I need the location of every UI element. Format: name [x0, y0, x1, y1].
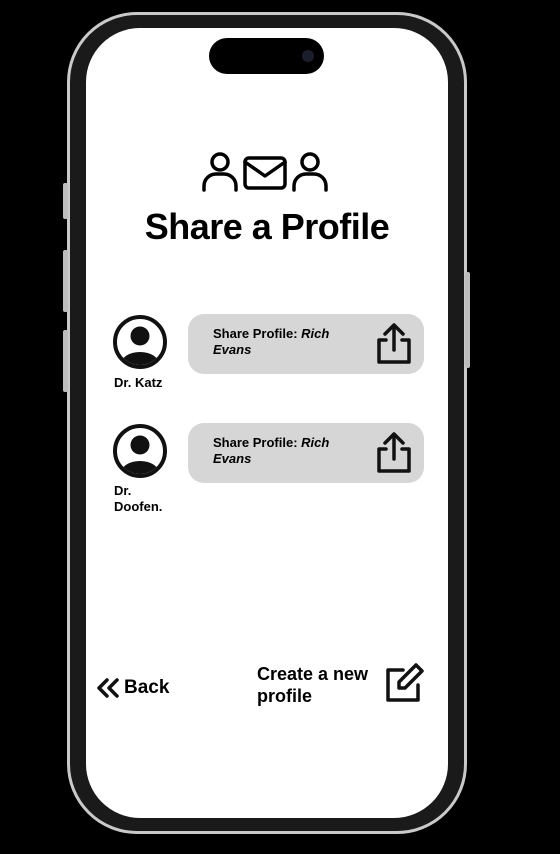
side-button-silent	[63, 183, 68, 219]
share-profile-button[interactable]: Share Profile: Rich Evans	[188, 314, 424, 374]
dynamic-island	[209, 38, 324, 74]
double-chevron-left-icon	[97, 678, 119, 698]
profile-name: Dr. Doofen.	[114, 483, 163, 514]
share-icon	[377, 323, 411, 364]
create-profile-label: Create a new profile	[257, 664, 369, 706]
profile-row: Dr. Doofen. Share Profile: Rich Evans	[86, 423, 448, 514]
edit-icon	[386, 663, 424, 702]
user-circle-icon	[113, 315, 167, 369]
camera-icon	[302, 50, 314, 62]
side-button-power	[465, 272, 470, 368]
back-label: Back	[124, 677, 170, 698]
phone-screen: Share a Profile Dr. Katz Share Profile: …	[86, 28, 448, 818]
share-profile-label: Share Profile: Rich Evans	[213, 435, 330, 466]
page-title: Share a Profile	[144, 206, 390, 247]
share-icon	[377, 432, 411, 473]
share-profile-label: Share Profile: Rich Evans	[213, 326, 330, 357]
profile-row: Dr. Katz Share Profile: Rich Evans	[86, 314, 448, 395]
share-profile-button[interactable]: Share Profile: Rich Evans	[188, 423, 424, 483]
user-circle-icon	[113, 424, 167, 478]
side-button-volume-down	[63, 330, 68, 392]
back-button[interactable]: Back	[96, 673, 169, 703]
people-mail-icon	[202, 152, 328, 192]
create-profile-button[interactable]: Create a new profile	[257, 662, 437, 712]
profile-name: Dr. Katz	[114, 375, 163, 390]
side-button-volume-up	[63, 250, 68, 312]
